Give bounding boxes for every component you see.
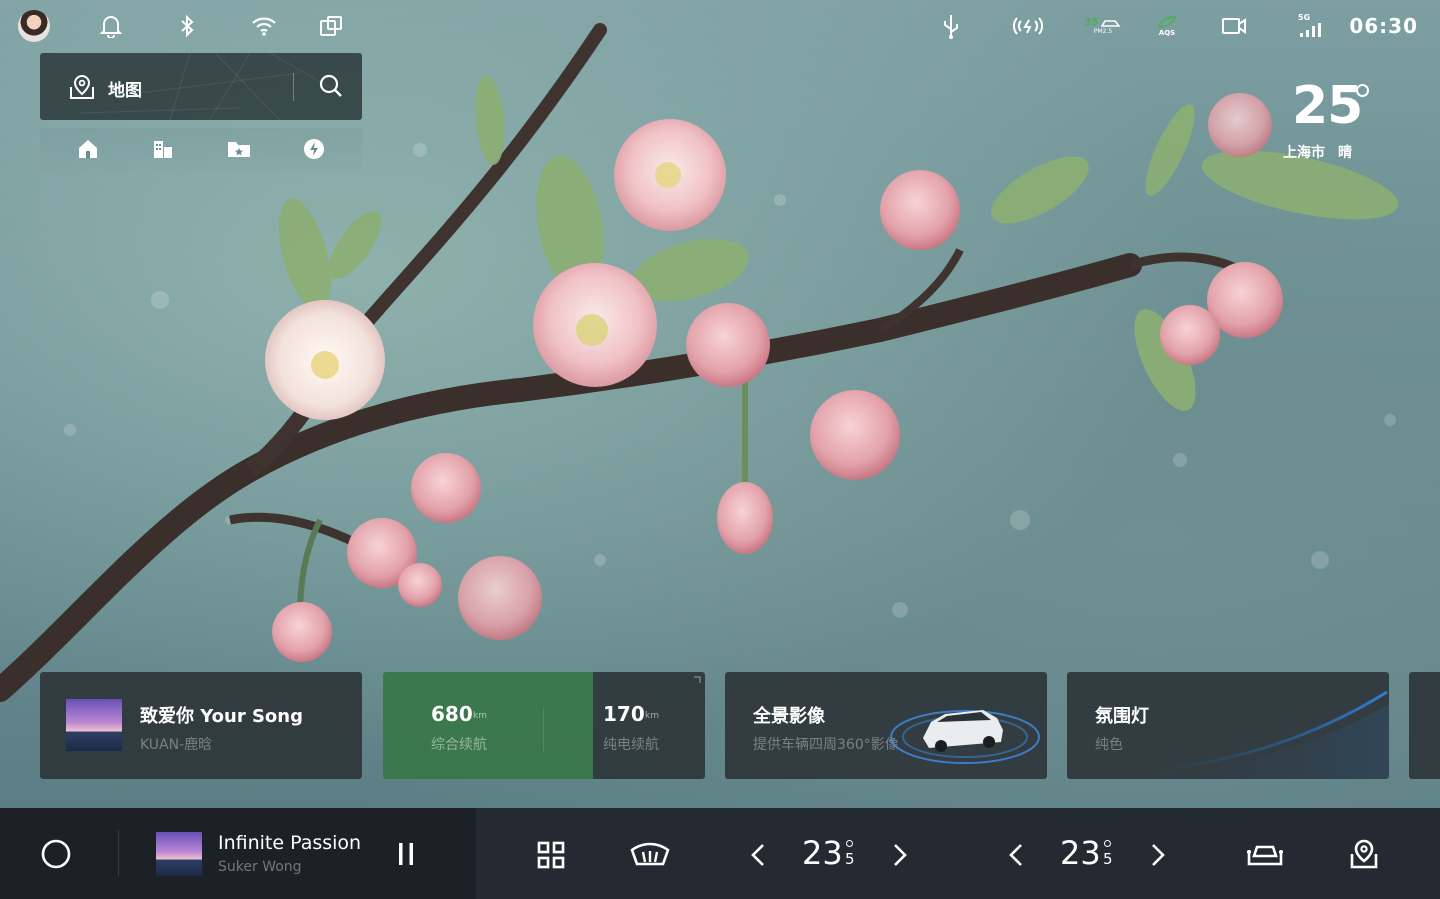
now-playing-title: Infinite Passion	[218, 832, 362, 854]
map-pin-icon	[1350, 839, 1378, 869]
car-air-icon	[1101, 19, 1122, 27]
range-card[interactable]: 680 km 综合续航 170 km 纯电续航	[383, 672, 705, 779]
passenger-temp-integer: 23	[1060, 834, 1101, 872]
wireless-charging-icon	[1010, 12, 1046, 40]
vehicle-control-button[interactable]	[1244, 838, 1286, 872]
panorama-card-title: 全景影像	[753, 706, 825, 727]
album-art	[66, 699, 122, 751]
weather-condition: 晴	[1338, 145, 1352, 161]
driver-temp-increase[interactable]	[888, 840, 912, 870]
front-defrost-button[interactable]	[628, 838, 672, 872]
pm25-indicator: 35 PM2.5	[1080, 12, 1126, 40]
car-seat-icon	[1247, 845, 1283, 866]
home-icon[interactable]	[76, 137, 102, 163]
status-clock: 06:30	[1349, 14, 1418, 38]
map-widget[interactable]: 地图	[40, 53, 362, 120]
chevron-left-icon	[1009, 844, 1022, 866]
company-building-icon[interactable]	[151, 137, 177, 163]
search-icon[interactable]	[318, 73, 344, 103]
suv-car-icon	[890, 710, 1040, 764]
ambient-light-card[interactable]: 氛围灯 纯色	[1067, 672, 1389, 779]
now-playing-artist: Suker Wong	[218, 859, 302, 875]
passenger-temp-decimal: 5	[1103, 850, 1113, 868]
app-grid-button[interactable]	[534, 838, 568, 872]
passenger-temp-increase[interactable]	[1146, 840, 1170, 870]
panorama-card-subtitle: 提供车辆四周360°影像	[753, 737, 899, 753]
charging-station-icon[interactable]	[302, 137, 328, 163]
driver-temp-degree	[846, 840, 853, 847]
bell-icon[interactable]	[98, 12, 124, 40]
map-divider	[293, 73, 294, 101]
driver-temp-decrease[interactable]	[746, 840, 770, 870]
electric-range-unit: km	[645, 711, 659, 721]
total-range-label: 综合续航	[431, 737, 487, 753]
climate-control-panel	[476, 808, 1440, 899]
chevron-right-icon	[1152, 844, 1165, 866]
map-pin-icon	[68, 73, 96, 105]
signal-indicator: 5G	[1298, 12, 1326, 40]
passenger-temp-degree	[1104, 840, 1111, 847]
electric-range-panel: 170 km 纯电续航	[593, 672, 705, 779]
electric-range-label: 纯电续航	[603, 737, 659, 753]
aqs-leaf-icon	[1157, 16, 1177, 28]
user-avatar[interactable]	[18, 10, 50, 42]
grid-icon	[537, 841, 565, 869]
total-range-panel: 680 km 综合续航	[383, 672, 593, 779]
pause-icon	[399, 843, 413, 865]
favorites-folder-icon[interactable]	[226, 137, 252, 163]
pause-button[interactable]	[390, 838, 422, 870]
aqs-indicator: AQS	[1154, 12, 1180, 40]
ambient-card-subtitle: 纯色	[1095, 737, 1123, 753]
map-widget-label: 地图	[108, 81, 142, 101]
panorama-card[interactable]: 全景影像 提供车辆四周360°影像	[725, 672, 1047, 779]
navigation-button[interactable]	[1346, 836, 1382, 872]
bluetooth-icon[interactable]	[176, 12, 198, 40]
next-card-peek[interactable]	[1409, 672, 1440, 779]
corner-arrow-icon	[694, 676, 701, 683]
network-type-label: 5G	[1298, 13, 1311, 22]
music-card[interactable]: 致爱你 Your Song KUAN-鹿晗	[40, 672, 362, 779]
ambient-light-wave	[1147, 690, 1389, 779]
dock-divider	[118, 830, 119, 876]
range-divider	[543, 708, 544, 752]
now-playing-album-art[interactable]	[156, 832, 202, 876]
weather-temperature[interactable]: 25	[1292, 76, 1363, 136]
signal-bars-icon	[1300, 23, 1321, 37]
status-bar: 35 PM2.5 AQS 5G 06:30	[0, 0, 1440, 52]
electric-range-value: 170	[603, 702, 645, 726]
driver-temp-integer: 23	[802, 834, 843, 872]
music-card-title: 致爱你 Your Song	[140, 706, 304, 727]
pm25-label: PM2.5	[1093, 28, 1113, 35]
usb-icon	[940, 12, 962, 40]
weather-city: 上海市	[1283, 145, 1325, 161]
dashcam-icon[interactable]	[1220, 12, 1248, 40]
total-range-unit: km	[473, 711, 487, 721]
degree-icon	[1356, 84, 1369, 97]
chevron-left-icon	[751, 844, 764, 866]
wifi-icon[interactable]	[250, 12, 278, 40]
defrost-icon	[630, 842, 670, 866]
passenger-temp-decrease[interactable]	[1004, 840, 1028, 870]
ambient-card-title: 氛围灯	[1095, 706, 1149, 727]
pm25-value: 35	[1084, 17, 1099, 28]
music-card-artist: KUAN-鹿晗	[140, 737, 213, 753]
total-range-value: 680	[431, 702, 473, 726]
map-shortcuts	[40, 128, 362, 172]
aqs-label: AQS	[1158, 29, 1176, 37]
chevron-right-icon	[894, 844, 907, 866]
home-button[interactable]	[38, 836, 74, 872]
screen-mirror-icon[interactable]	[318, 12, 344, 40]
driver-temp-decimal: 5	[845, 850, 855, 868]
